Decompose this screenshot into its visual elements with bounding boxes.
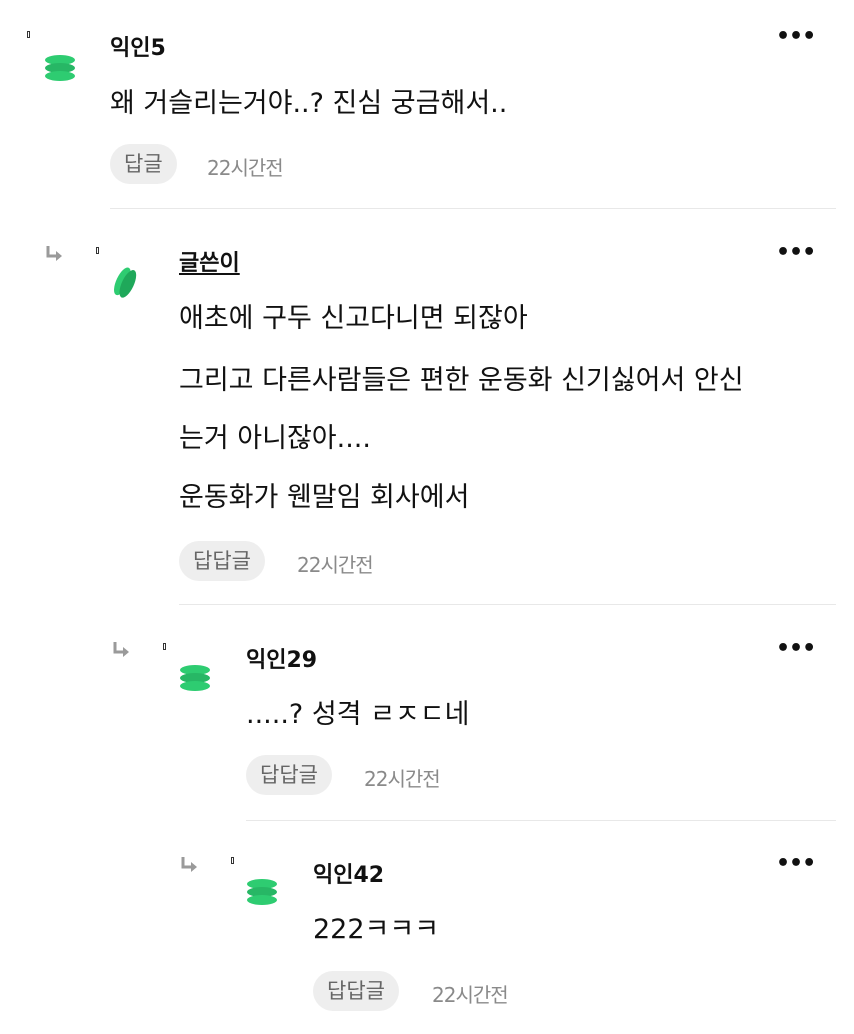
- small-square-icon: [27, 31, 30, 38]
- comment-text-line: 222ㅋㅋㅋ: [313, 914, 440, 945]
- reply-button[interactable]: 답답글: [246, 755, 332, 795]
- small-square-icon: [163, 643, 166, 650]
- comment-text-line: 애초에 구두 신고다니면 되잖아: [179, 303, 528, 334]
- reply-arrow-icon: [181, 857, 197, 872]
- timestamp: 22시간전: [207, 156, 284, 180]
- divider: [110, 208, 836, 209]
- comment-text-line: 왜 거슬리는거야..? 진심 궁금해서..: [110, 88, 508, 119]
- more-options-icon[interactable]: •••: [776, 636, 816, 661]
- avatar-icon: [180, 665, 210, 691]
- author-name[interactable]: 익인5: [110, 30, 166, 62]
- comment-text-line: 그리고 다른사람들은 편한 운동화 신기싫어서 안신: [179, 365, 744, 396]
- small-square-icon: [231, 857, 234, 864]
- small-square-icon: [96, 247, 99, 254]
- avatar-icon: [247, 879, 277, 905]
- avatar-icon: [45, 55, 75, 81]
- reply-button[interactable]: 답글: [110, 144, 177, 184]
- timestamp: 22시간전: [432, 983, 509, 1007]
- reply-arrow-icon: [113, 642, 129, 657]
- reply-arrow-icon: [46, 246, 62, 261]
- comment-text-line: 는거 아니잖아....: [179, 423, 371, 454]
- comment-text-line: .....? 성격 ㄹㅈㄷ네: [246, 699, 470, 730]
- more-options-icon[interactable]: •••: [776, 24, 816, 49]
- reply-button[interactable]: 답답글: [179, 541, 265, 581]
- more-options-icon[interactable]: •••: [776, 240, 816, 265]
- avatar-icon: [114, 267, 137, 298]
- reply-button[interactable]: 답답글: [313, 971, 399, 1011]
- timestamp: 22시간전: [297, 553, 374, 577]
- author-name[interactable]: 글쓴이: [179, 245, 240, 277]
- author-name[interactable]: 익인42: [313, 857, 384, 889]
- timestamp: 22시간전: [364, 767, 441, 791]
- author-name[interactable]: 익인29: [246, 642, 317, 674]
- more-options-icon[interactable]: •••: [776, 851, 816, 876]
- comment-text-line: 운동화가 웬말임 회사에서: [179, 482, 470, 513]
- divider: [246, 820, 836, 821]
- divider: [179, 604, 836, 605]
